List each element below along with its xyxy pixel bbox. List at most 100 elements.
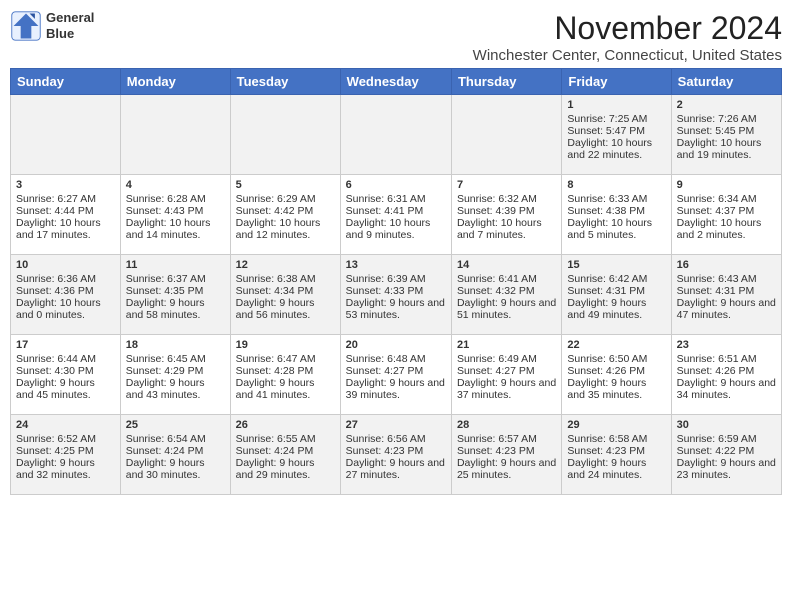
day-info: Sunrise: 6:56 AM: [346, 433, 446, 445]
day-info: Sunrise: 6:54 AM: [126, 433, 225, 445]
calendar-cell: 6Sunrise: 6:31 AMSunset: 4:41 PMDaylight…: [340, 175, 451, 255]
day-info: Daylight: 10 hours and 22 minutes.: [567, 137, 665, 161]
day-info: Daylight: 9 hours and 25 minutes.: [457, 457, 556, 481]
day-info: Sunrise: 6:44 AM: [16, 353, 115, 365]
day-info: Daylight: 9 hours and 27 minutes.: [346, 457, 446, 481]
day-info: Sunset: 4:32 PM: [457, 285, 556, 297]
day-number: 16: [677, 259, 776, 271]
calendar-cell: 13Sunrise: 6:39 AMSunset: 4:33 PMDayligh…: [340, 255, 451, 335]
location-title: Winchester Center, Connecticut, United S…: [473, 47, 782, 64]
day-info: Daylight: 9 hours and 51 minutes.: [457, 297, 556, 321]
calendar-cell: 24Sunrise: 6:52 AMSunset: 4:25 PMDayligh…: [11, 415, 121, 495]
day-info: Sunset: 4:23 PM: [567, 445, 665, 457]
calendar-cell: 3Sunrise: 6:27 AMSunset: 4:44 PMDaylight…: [11, 175, 121, 255]
calendar-cell: 14Sunrise: 6:41 AMSunset: 4:32 PMDayligh…: [451, 255, 561, 335]
day-info: Sunrise: 6:43 AM: [677, 273, 776, 285]
day-info: Sunrise: 6:42 AM: [567, 273, 665, 285]
calendar-cell: 5Sunrise: 6:29 AMSunset: 4:42 PMDaylight…: [230, 175, 340, 255]
day-info: Daylight: 9 hours and 58 minutes.: [126, 297, 225, 321]
day-info: Sunset: 4:24 PM: [236, 445, 335, 457]
day-number: 19: [236, 339, 335, 351]
day-info: Daylight: 9 hours and 43 minutes.: [126, 377, 225, 401]
day-info: Daylight: 10 hours and 5 minutes.: [567, 217, 665, 241]
day-header-thursday: Thursday: [451, 69, 561, 95]
day-info: Sunset: 4:37 PM: [677, 205, 776, 217]
day-info: Daylight: 10 hours and 12 minutes.: [236, 217, 335, 241]
day-number: 11: [126, 259, 225, 271]
day-info: Sunset: 4:24 PM: [126, 445, 225, 457]
title-area: November 2024 Winchester Center, Connect…: [473, 10, 782, 64]
calendar-cell: 19Sunrise: 6:47 AMSunset: 4:28 PMDayligh…: [230, 335, 340, 415]
day-info: Sunset: 4:42 PM: [236, 205, 335, 217]
header-row: SundayMondayTuesdayWednesdayThursdayFrid…: [11, 69, 782, 95]
day-info: Sunset: 4:22 PM: [677, 445, 776, 457]
day-info: Daylight: 9 hours and 41 minutes.: [236, 377, 335, 401]
calendar-cell: 12Sunrise: 6:38 AMSunset: 4:34 PMDayligh…: [230, 255, 340, 335]
calendar-cell: 25 Sunrise: 6:54 AMSunset: 4:24 PMDayligh…: [120, 415, 230, 495]
calendar-cell: 20Sunrise: 6:48 AMSunset: 4:27 PMDayligh…: [340, 335, 451, 415]
day-info: Sunrise: 6:48 AM: [346, 353, 446, 365]
day-info: Sunset: 4:36 PM: [16, 285, 115, 297]
calendar-cell: 8 Sunrise: 6:33 AMSunset: 4:38 PMDaylight…: [562, 175, 671, 255]
calendar-cell: 22Sunrise: 6:50 AMSunset: 4:26 PMDayligh…: [562, 335, 671, 415]
day-info: Sunset: 5:47 PM: [567, 125, 665, 137]
calendar-cell: 18Sunrise: 6:45 AMSunset: 4:29 PMDayligh…: [120, 335, 230, 415]
day-info: Sunrise: 6:50 AM: [567, 353, 665, 365]
day-info: Daylight: 9 hours and 47 minutes.: [677, 297, 776, 321]
day-info: Sunrise: 6:52 AM: [16, 433, 115, 445]
day-info: Daylight: 10 hours and 14 minutes.: [126, 217, 225, 241]
day-info: Sunset: 4:31 PM: [567, 285, 665, 297]
day-info: Sunset: 4:39 PM: [457, 205, 556, 217]
day-info: Daylight: 10 hours and 17 minutes.: [16, 217, 115, 241]
day-info: Sunset: 4:27 PM: [346, 365, 446, 377]
day-number: 1: [567, 99, 665, 111]
day-number: 6: [346, 179, 446, 191]
day-number: 28: [457, 419, 556, 431]
day-info: Sunrise: 6:58 AM: [567, 433, 665, 445]
day-number: 17: [16, 339, 115, 351]
day-info: Sunset: 4:43 PM: [126, 205, 225, 217]
day-info: Daylight: 10 hours and 7 minutes.: [457, 217, 556, 241]
calendar-cell: 11Sunrise: 6:37 AMSunset: 4:35 PMDayligh…: [120, 255, 230, 335]
week-row-2: 3Sunrise: 6:27 AMSunset: 4:44 PMDaylight…: [11, 175, 782, 255]
day-info: Sunset: 4:25 PM: [16, 445, 115, 457]
day-number: 25: [126, 419, 225, 431]
day-number: 30: [677, 419, 776, 431]
day-info: Daylight: 9 hours and 53 minutes.: [346, 297, 446, 321]
day-number: 24: [16, 419, 115, 431]
logo-icon: [10, 10, 42, 42]
day-number: 4: [126, 179, 225, 191]
day-number: 10: [16, 259, 115, 271]
day-info: Daylight: 9 hours and 45 minutes.: [16, 377, 115, 401]
logo-text: General Blue: [46, 10, 94, 41]
day-header-tuesday: Tuesday: [230, 69, 340, 95]
day-info: Daylight: 9 hours and 49 minutes.: [567, 297, 665, 321]
day-info: Sunset: 4:38 PM: [567, 205, 665, 217]
day-info: Sunrise: 6:33 AM: [567, 193, 665, 205]
day-info: Daylight: 10 hours and 19 minutes.: [677, 137, 776, 161]
week-row-1: 1Sunrise: 7:25 AMSunset: 5:47 PMDaylight…: [11, 95, 782, 175]
day-number: 8: [567, 179, 665, 191]
day-info: Sunrise: 6:57 AM: [457, 433, 556, 445]
day-header-sunday: Sunday: [11, 69, 121, 95]
day-info: Sunset: 4:35 PM: [126, 285, 225, 297]
calendar-cell: 15Sunrise: 6:42 AMSunset: 4:31 PMDayligh…: [562, 255, 671, 335]
calendar-cell: [340, 95, 451, 175]
day-info: Sunrise: 6:28 AM: [126, 193, 225, 205]
header: General Blue November 2024 Winchester Ce…: [10, 10, 782, 64]
day-info: Sunrise: 7:25 AM: [567, 113, 665, 125]
calendar-cell: 10Sunrise: 6:36 AMSunset: 4:36 PMDayligh…: [11, 255, 121, 335]
day-info: Sunset: 4:41 PM: [346, 205, 446, 217]
day-info: Daylight: 10 hours and 9 minutes.: [346, 217, 446, 241]
day-info: Daylight: 9 hours and 30 minutes.: [126, 457, 225, 481]
day-number: 3: [16, 179, 115, 191]
day-info: Sunrise: 6:49 AM: [457, 353, 556, 365]
day-number: 12: [236, 259, 335, 271]
calendar-cell: [451, 95, 561, 175]
day-info: Sunrise: 6:45 AM: [126, 353, 225, 365]
day-header-friday: Friday: [562, 69, 671, 95]
calendar-cell: 27Sunrise: 6:56 AMSunset: 4:23 PMDayligh…: [340, 415, 451, 495]
calendar-cell: 16Sunrise: 6:43 AMSunset: 4:31 PMDayligh…: [671, 255, 781, 335]
calendar-cell: 17Sunrise: 6:44 AMSunset: 4:30 PMDayligh…: [11, 335, 121, 415]
day-info: Sunset: 4:23 PM: [457, 445, 556, 457]
